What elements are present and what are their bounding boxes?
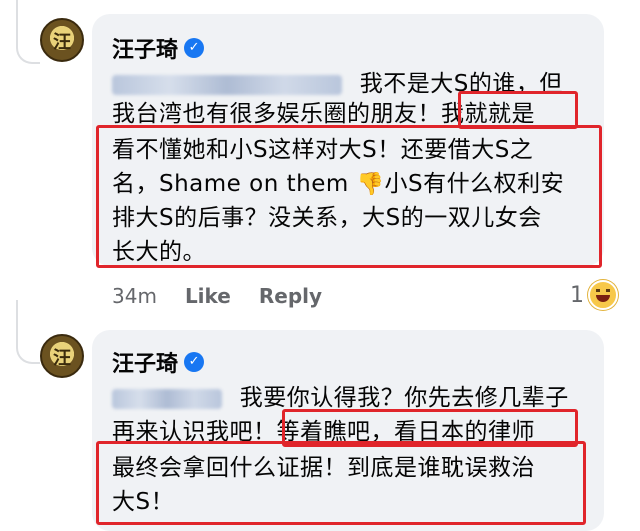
- reply-button[interactable]: Reply: [259, 284, 322, 308]
- comment-text: 名，Shame on them: [112, 171, 357, 197]
- redacted-mention: [112, 388, 222, 409]
- thread-connector: [16, 0, 40, 64]
- comment-text: 小S有什么权利安: [384, 171, 565, 197]
- comment-line: 我不是大S的谁，但: [112, 64, 563, 98]
- thread-connector: [16, 300, 40, 364]
- reaction-count: 1: [570, 282, 584, 308]
- reaction-summary[interactable]: 1: [570, 280, 618, 310]
- author-name-text[interactable]: 汪子琦: [112, 346, 178, 378]
- thumbs-down-emoji: 👎: [356, 172, 385, 197]
- redacted-mention: [112, 74, 342, 95]
- comment-line: 我台湾也有很多娱乐圈的朋友！我就就是: [112, 101, 535, 127]
- comment-line: 排大S的后事？没关系，大S的一双儿女会: [112, 205, 542, 231]
- avatar[interactable]: 汪: [40, 18, 84, 62]
- comment-line: 看不懂她和小S这样对大S！还要借大S之: [112, 137, 534, 163]
- author-name[interactable]: 汪子琦 ✓: [112, 346, 205, 378]
- comment-line: 名，Shame on them 👎小S有什么权利安: [112, 164, 564, 198]
- comment-text: 我要你认得我？你先去修几辈子: [232, 385, 569, 411]
- verified-badge-icon: ✓: [184, 38, 205, 58]
- author-name-text[interactable]: 汪子琦: [112, 32, 178, 64]
- avatar[interactable]: 汪: [40, 334, 84, 378]
- comment-line: 我要你认得我？你先去修几辈子: [112, 378, 569, 412]
- comment-line: 大S！: [112, 489, 175, 515]
- comment-line: 再来认识我吧！等着瞧吧，看日本的律师: [112, 419, 535, 445]
- grinning-face-emoji: [588, 280, 618, 310]
- author-name[interactable]: 汪子琦 ✓: [112, 32, 205, 64]
- verified-badge-icon: ✓: [184, 352, 205, 372]
- comment-line: 长大的。: [112, 239, 206, 265]
- comment-line: 最终会拿回什么证据！到底是谁耽误救治: [112, 455, 535, 481]
- comment-actions: 34m Like Reply: [112, 284, 322, 308]
- like-button[interactable]: Like: [185, 284, 231, 308]
- timestamp[interactable]: 34m: [112, 284, 157, 308]
